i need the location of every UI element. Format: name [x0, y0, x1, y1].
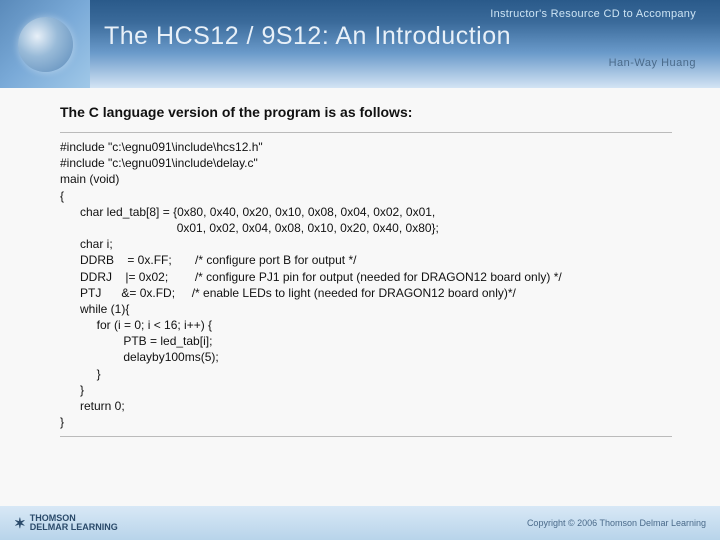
globe-icon: [18, 17, 73, 72]
globe-logo: [0, 0, 90, 88]
footer-copyright: Copyright © 2006 Thomson Delmar Learning: [527, 518, 706, 528]
code-listing: #include "c:\egnu091\include\hcs12.h" #i…: [60, 132, 672, 437]
header-topline: Instructor's Resource CD to Accompany: [104, 8, 702, 20]
content-area: The C language version of the program is…: [0, 88, 720, 447]
brand-bottom: DELMAR LEARNING: [30, 523, 118, 532]
header-text-block: Instructor's Resource CD to Accompany Th…: [90, 0, 720, 88]
header-banner: Instructor's Resource CD to Accompany Th…: [0, 0, 720, 88]
header-author: Han-Way Huang: [104, 57, 702, 69]
star-icon: ✶: [14, 515, 26, 532]
footer-brand: ✶ THOMSON DELMAR LEARNING: [14, 514, 118, 532]
header-title: The HCS12 / 9S12: An Introduction: [104, 22, 702, 51]
content-title: The C language version of the program is…: [60, 104, 672, 120]
footer-bar: ✶ THOMSON DELMAR LEARNING Copyright © 20…: [0, 506, 720, 540]
